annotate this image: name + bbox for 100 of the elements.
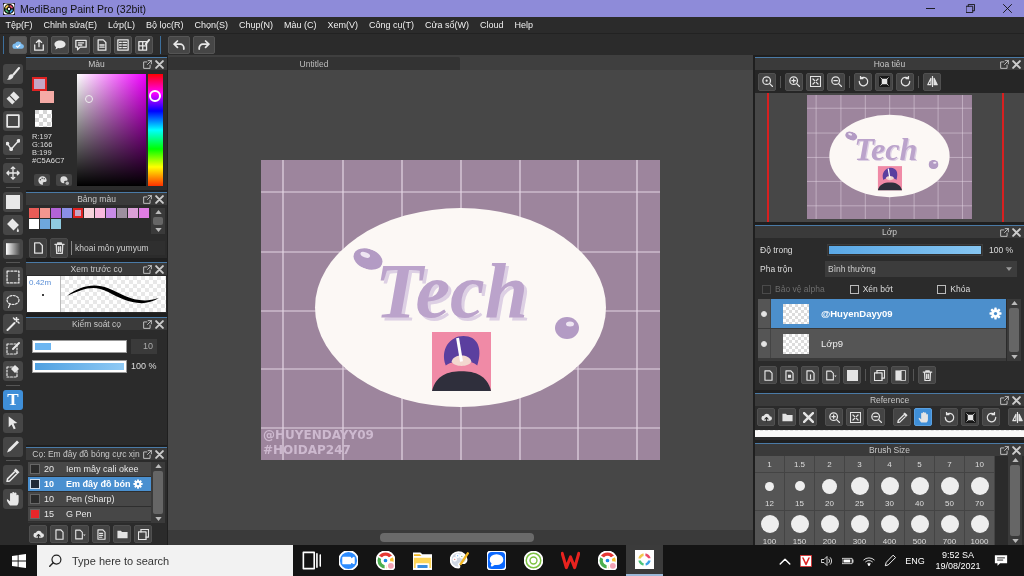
redo-button[interactable]: [193, 35, 215, 54]
color-swatch[interactable]: [84, 208, 94, 218]
menu-item[interactable]: Xem(V): [322, 17, 364, 33]
brush-size-option[interactable]: 70: [965, 473, 995, 511]
scrollbar[interactable]: [151, 208, 165, 234]
close-button[interactable]: [155, 194, 164, 204]
close-button[interactable]: [1012, 227, 1021, 237]
color-swatch[interactable]: [40, 219, 50, 229]
menu-item[interactable]: Chụp(N): [233, 17, 279, 33]
gear-icon[interactable]: [989, 307, 1002, 320]
brush-tool-button[interactable]: [3, 64, 23, 84]
color-swatch[interactable]: [40, 208, 50, 218]
magic-wand-button[interactable]: [3, 314, 23, 334]
menu-item[interactable]: Help: [509, 17, 539, 33]
popout-button[interactable]: [1000, 445, 1009, 455]
horizontal-scrollbar[interactable]: [168, 530, 753, 545]
close-button[interactable]: [155, 59, 164, 69]
fill-tool-button[interactable]: [3, 191, 23, 212]
reset-rotation-button[interactable]: [875, 72, 893, 91]
scrollbar[interactable]: [151, 462, 165, 523]
new-brush-button[interactable]: [50, 525, 68, 543]
new-layer-button[interactable]: [759, 366, 777, 384]
eyedropper-tool-button[interactable]: [3, 465, 23, 485]
menu-item[interactable]: Chọn(S): [189, 17, 234, 33]
eraser-tool-button[interactable]: [3, 87, 23, 108]
popout-button[interactable]: [143, 59, 152, 69]
new-palette-button[interactable]: [29, 238, 47, 258]
brush-list-item[interactable]: 15 G Pen: [28, 507, 151, 522]
menu-item[interactable]: Lớp(L): [102, 17, 141, 33]
menu-item[interactable]: Công cụ(T): [363, 17, 420, 33]
document-button[interactable]: [93, 35, 111, 54]
brush-size-option[interactable]: 7: [935, 456, 965, 473]
brush-list-item[interactable]: 20 Iem mây cali okee: [28, 462, 151, 477]
color-swatch[interactable]: [29, 219, 39, 229]
add-brush-button[interactable]: [71, 525, 89, 543]
close-button[interactable]: [1012, 395, 1021, 405]
layer-type-button[interactable]: [780, 366, 798, 384]
clock-date[interactable]: 19/08/2021: [935, 560, 981, 572]
brush-list-item[interactable]: 10 Em đây đồ bón: [28, 477, 151, 492]
delete-layer-button[interactable]: [918, 366, 936, 384]
brush-size-option[interactable]: 10: [965, 456, 995, 473]
eyedropper-button[interactable]: [893, 408, 911, 426]
move-tool-button[interactable]: [3, 163, 23, 183]
share-button[interactable]: [30, 35, 48, 54]
hue-handle[interactable]: [149, 90, 161, 103]
foreground-color-swatch[interactable]: [32, 77, 47, 91]
brush-size-option[interactable]: 40: [905, 473, 935, 511]
visibility-toggle[interactable]: [758, 329, 771, 358]
chat-button[interactable]: [51, 35, 69, 54]
reset-rotation-button[interactable]: [961, 408, 979, 426]
color-swatch[interactable]: [73, 208, 83, 218]
comment-button[interactable]: [72, 35, 90, 54]
menu-item[interactable]: Tệp(F): [0, 17, 38, 33]
gradient-tool-button[interactable]: [3, 238, 23, 259]
close-button[interactable]: [155, 319, 164, 329]
palette-button[interactable]: [34, 174, 50, 186]
popout-button[interactable]: [143, 449, 152, 459]
rotate-right-button[interactable]: [982, 408, 1000, 426]
scrollbar-thumb[interactable]: [153, 471, 163, 514]
open-file-button[interactable]: [778, 408, 796, 426]
scrollbar[interactable]: [1008, 456, 1022, 545]
edit-grid-button[interactable]: [135, 35, 153, 54]
layer-row[interactable]: @HuyenDayy09: [758, 299, 1006, 328]
color-swatch[interactable]: [117, 208, 127, 218]
close-button[interactable]: [1012, 59, 1021, 69]
checkbox[interactable]: [937, 284, 947, 294]
lasso-tool-button[interactable]: [3, 290, 23, 311]
popout-button[interactable]: [1000, 395, 1009, 405]
rotate-left-button[interactable]: [940, 408, 958, 426]
brush-size-option[interactable]: 15: [785, 473, 815, 511]
brush-size-option[interactable]: 1.5: [785, 456, 815, 473]
search-field[interactable]: Type here to search: [37, 545, 293, 576]
color-swatch[interactable]: [128, 208, 138, 218]
brush-size-option[interactable]: 2: [815, 456, 845, 473]
scrollbar-thumb[interactable]: [1010, 465, 1020, 536]
saturation-value-picker[interactable]: [77, 74, 146, 186]
layer-type-button[interactable]: [801, 366, 819, 384]
rotate-right-button[interactable]: [896, 72, 914, 91]
brush-size-slider[interactable]: [32, 339, 127, 353]
checkbox[interactable]: [849, 284, 859, 294]
brush-list-item[interactable]: 10 Pen (Sharp): [28, 492, 151, 507]
color-swatch[interactable]: [106, 208, 116, 218]
select-pen-button[interactable]: [3, 337, 23, 358]
zoom-in-button[interactable]: [825, 408, 843, 426]
close-button[interactable]: [155, 264, 164, 274]
menu-item[interactable]: Cửa sổ(W): [419, 17, 475, 33]
color-swatch[interactable]: [51, 219, 61, 229]
gear-icon[interactable]: [132, 479, 143, 489]
duplicate-brush-button[interactable]: [134, 525, 152, 543]
color-swatch[interactable]: [95, 208, 105, 218]
popout-button[interactable]: [1000, 227, 1009, 237]
select-eraser-button[interactable]: [3, 361, 23, 381]
palette-settings-button[interactable]: [56, 174, 72, 186]
color-swatch[interactable]: [62, 208, 72, 218]
zoom-in-button[interactable]: [785, 72, 803, 91]
zoom-out-button[interactable]: [827, 72, 845, 91]
menu-item[interactable]: Chỉnh sửa(E): [38, 17, 103, 33]
brush-size-option[interactable]: 3: [845, 456, 875, 473]
size-value-field[interactable]: 10: [131, 338, 157, 354]
clock-time[interactable]: 9:52 SA: [942, 549, 974, 561]
